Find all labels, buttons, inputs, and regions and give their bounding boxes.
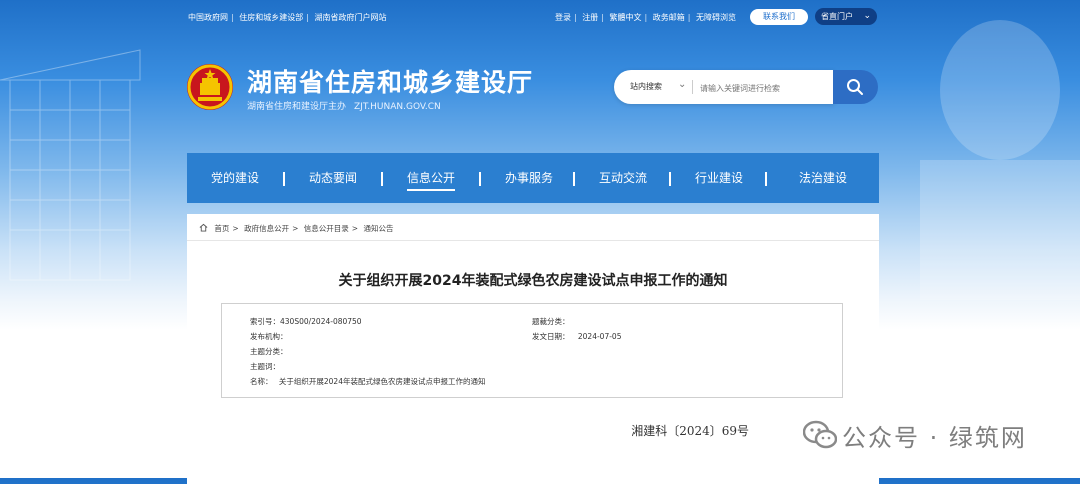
search-icon: [847, 79, 863, 95]
meta-issue-date-label: 发文日期：: [532, 332, 570, 341]
meta-issue-date: 发文日期： 2024-07-05: [532, 331, 621, 342]
traditional-chinese-link[interactable]: 繁體中文: [610, 13, 642, 22]
meta-subject-class: 主题分类：: [250, 347, 288, 356]
site-title: 湖南省住房和城乡建设厅: [247, 68, 534, 97]
nav-item-industry[interactable]: 行业建设: [671, 153, 767, 203]
article-title: 关于组织开展2024年装配式绿色农房建设试点申报工作的通知: [338, 273, 728, 289]
search-bar: 站内搜索 ⌄: [614, 70, 834, 104]
meta-index-no: 索引号：430S00/2024-080750: [250, 317, 362, 326]
link-hunan-portal[interactable]: 湖南省政府门户网站: [315, 13, 387, 22]
sponsor-text: 湖南省住房和建设厅主办: [247, 102, 347, 112]
meta-name-label: 名称：: [250, 377, 273, 386]
search-scope-select[interactable]: 站内搜索: [630, 81, 662, 92]
search-divider: [692, 80, 693, 94]
nav-item-info-disclosure[interactable]: 信息公开: [383, 153, 479, 203]
nav-item-services[interactable]: 办事服务: [481, 153, 577, 203]
nav-item-interaction[interactable]: 互动交流: [575, 153, 671, 203]
content-card: 首页 > 政府信息公开 > 信息公开目录 > 通知公告 关于组织开展2024年装配式绿…: [187, 214, 879, 484]
external-links: 中国政府网 | 住房和城乡建设部 | 湖南省政府门户网站: [188, 13, 387, 22]
breadcrumb-catalog[interactable]: 信息公开目录: [304, 224, 349, 233]
link-gov-cn[interactable]: 中国政府网: [188, 13, 228, 22]
national-emblem-icon: [187, 64, 233, 110]
portal-label: 省直门户: [821, 12, 853, 21]
meta-keywords: 主题词：: [250, 362, 280, 371]
document-metadata: 索引号：430S00/2024-080750 题裁分类： 发布机构： 发文日期：…: [221, 303, 843, 398]
search-input[interactable]: [698, 77, 832, 99]
breadcrumb-gov-info[interactable]: 政府信息公开: [244, 224, 289, 233]
breadcrumb-home[interactable]: 首页: [214, 224, 229, 233]
chevron-down-icon: ⌄: [863, 11, 871, 21]
gov-mail-link[interactable]: 政务邮箱: [653, 13, 685, 22]
home-icon: [199, 223, 208, 232]
link-mohurd[interactable]: 住房和城乡建设部: [239, 13, 303, 22]
site-domain: ZJT.HUNAN.GOV.CN: [354, 102, 441, 112]
accessibility-link[interactable]: 无障碍浏览: [696, 13, 736, 22]
main-nav: 党的建设 动态要闻 信息公开 办事服务 互动交流 行业建设 法治建设: [187, 153, 879, 203]
utility-links: 登录 | 注册 | 繁體中文 | 政务邮箱 | 无障碍浏览: [555, 13, 736, 22]
contact-us-button[interactable]: 联系我们: [750, 9, 808, 25]
login-link[interactable]: 登录: [555, 13, 571, 22]
meta-name: 名称： 关于组织开展2024年装配式绿色农房建设试点申报工作的通知: [250, 376, 485, 387]
meta-name-value: 关于组织开展2024年装配式绿色农房建设试点申报工作的通知: [278, 377, 486, 386]
chevron-down-icon[interactable]: ⌄: [678, 79, 686, 90]
background-monument: [920, 20, 1080, 300]
breadcrumb-notices[interactable]: 通知公告: [363, 224, 393, 233]
background-buildings: [0, 49, 141, 281]
nav-divider: [765, 172, 767, 186]
meta-topic-class: 题裁分类：: [532, 317, 570, 326]
breadcrumb-divider: [187, 240, 879, 241]
portal-dropdown[interactable]: 省直门户 ⌄: [815, 8, 877, 25]
watermark-text: 公众号 · 绿筑网: [842, 424, 1027, 452]
nav-item-news[interactable]: 动态要闻: [285, 153, 381, 203]
wechat-icon: [803, 420, 837, 449]
site-subtitle: 湖南省住房和建设厅主办 ZJT.HUNAN.GOV.CN: [247, 99, 441, 112]
top-bar: 中国政府网 | 住房和城乡建设部 | 湖南省政府门户网站 登录 | 注册 | 繁體中文 |…: [0, 0, 1080, 34]
nav-item-party[interactable]: 党的建设: [187, 153, 283, 203]
register-link[interactable]: 注册: [582, 13, 598, 22]
search-button[interactable]: [833, 70, 878, 104]
breadcrumb: 首页 > 政府信息公开 > 信息公开目录 > 通知公告: [199, 223, 393, 234]
document-number: 湘建科〔2024〕69号: [631, 424, 749, 438]
meta-issue-date-value: 2024-07-05: [577, 332, 622, 341]
nav-item-rule-of-law[interactable]: 法治建设: [775, 153, 871, 203]
meta-publisher: 发布机构：: [250, 332, 288, 341]
